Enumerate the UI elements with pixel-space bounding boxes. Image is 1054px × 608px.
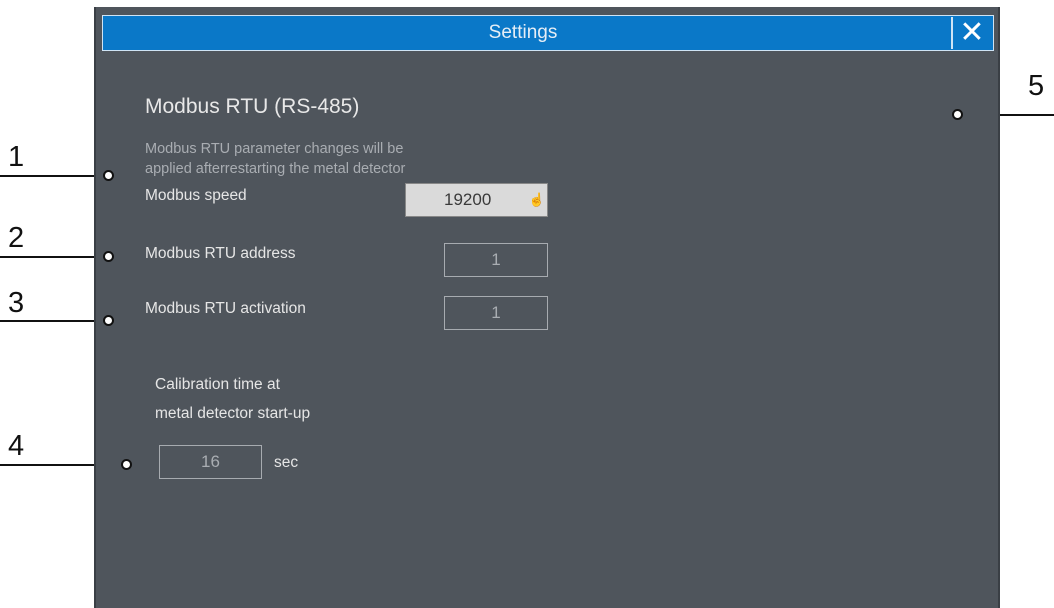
calibration-unit: sec (274, 454, 299, 471)
note-line-1: Modbus RTU parameter changes will be (145, 141, 404, 157)
callout-dot-2 (103, 251, 114, 262)
callout-line-3 (0, 320, 104, 322)
restart-note: Modbus RTU parameter changes will be app… (145, 139, 545, 179)
modbus-activation-label: Modbus RTU activation (145, 300, 306, 317)
callout-line-2 (0, 256, 104, 258)
section-heading: Modbus RTU (RS-485) (145, 95, 360, 118)
pointer-cursor-icon: ☝ (528, 192, 545, 207)
callout-dot-3 (103, 315, 114, 326)
dialog-title: Settings (488, 22, 558, 43)
close-icon: ✕ (959, 16, 985, 49)
modbus-speed-value: 19200 (444, 190, 492, 209)
title-bar: Settings ✕ (102, 15, 994, 51)
callout-number-3: 3 (8, 287, 25, 319)
callout-number-2: 2 (8, 222, 25, 254)
callout-number-4: 4 (8, 430, 25, 462)
modbus-address-field[interactable]: 1 (444, 243, 548, 277)
note-line-2: applied afterrestarting the metal detect… (145, 161, 406, 177)
callout-number-5: 5 (1028, 70, 1045, 102)
callout-number-1: 1 (8, 141, 25, 173)
calibration-label-line-1: Calibration time at (155, 376, 280, 393)
callout-dot-4 (121, 459, 132, 470)
calibration-time-field[interactable]: 16 (159, 445, 262, 479)
modbus-speed-label: Modbus speed (145, 187, 247, 204)
callout-dot-1 (103, 170, 114, 181)
modbus-activation-field[interactable]: 1 (444, 296, 548, 330)
calibration-label-line-2: metal detector start-up (155, 405, 311, 422)
callout-dot-5 (952, 109, 963, 120)
callout-line-1 (0, 175, 104, 177)
settings-dialog: Settings ✕ Modbus RTU (RS-485) Modbus RT… (94, 7, 1000, 608)
modbus-speed-field[interactable]: 19200 ☝ (405, 183, 548, 217)
modbus-address-label: Modbus RTU address (145, 245, 296, 262)
close-button[interactable]: ✕ (951, 17, 991, 49)
